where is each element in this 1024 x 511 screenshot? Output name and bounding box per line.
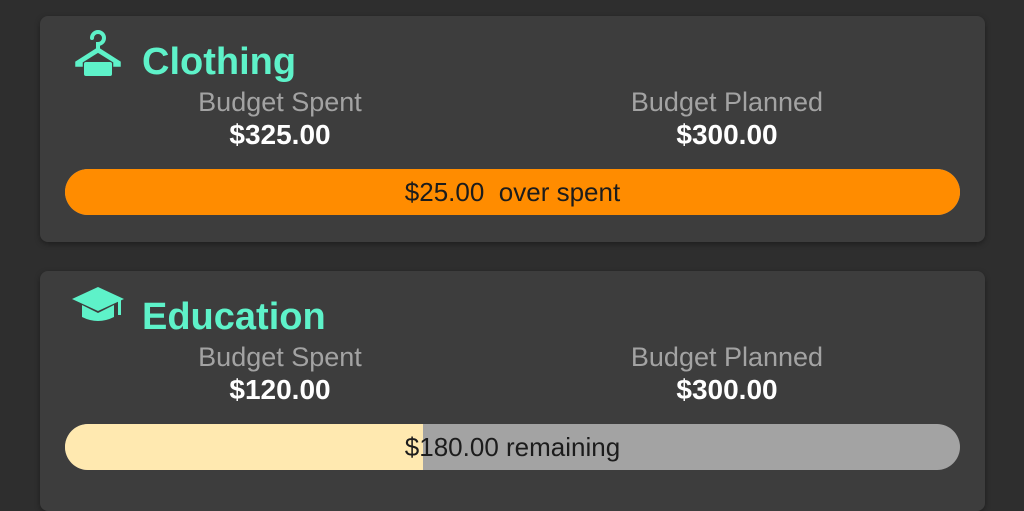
budget-status-text: $180.00 remaining bbox=[404, 431, 621, 462]
budget-planned-value: $300.00 bbox=[676, 119, 778, 150]
hanger-icon bbox=[70, 26, 126, 82]
budget-progress-bar: $25.00 over spent bbox=[65, 169, 960, 215]
budget-planned: Budget Planned $300.00 bbox=[567, 89, 887, 149]
budget-spent: Budget Spent $325.00 bbox=[120, 89, 440, 149]
budget-progress-bar: $180.00 remaining bbox=[65, 424, 960, 470]
budget-status-text: $25.00 over spent bbox=[404, 176, 621, 207]
category-title: Education bbox=[142, 296, 326, 338]
budget-planned: Budget Planned $300.00 bbox=[567, 344, 887, 404]
budget-spent-label: Budget Spent bbox=[198, 87, 362, 117]
budget-planned-label: Budget Planned bbox=[630, 342, 824, 372]
budget-spent-value: $120.00 bbox=[229, 374, 331, 405]
budget-planned-label: Budget Planned bbox=[630, 87, 824, 117]
budget-card-clothing[interactable]: Clothing Budget Spent $325.00 Budget Pla… bbox=[40, 16, 985, 242]
budget-spent-value: $325.00 bbox=[229, 119, 331, 150]
category-title: Clothing bbox=[142, 41, 297, 83]
budget-planned-value: $300.00 bbox=[676, 374, 778, 405]
budget-card-education[interactable]: Education Budget Spent $120.00 Budget Pl… bbox=[40, 271, 985, 511]
budget-spent: Budget Spent $120.00 bbox=[120, 344, 440, 404]
budget-spent-label: Budget Spent bbox=[198, 342, 362, 372]
graduation-cap-icon bbox=[70, 279, 126, 335]
